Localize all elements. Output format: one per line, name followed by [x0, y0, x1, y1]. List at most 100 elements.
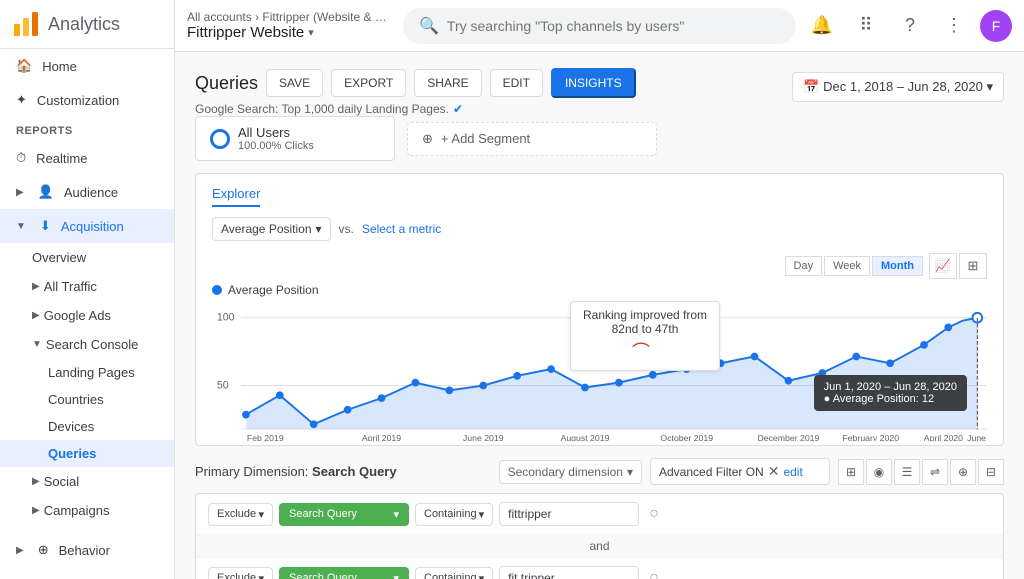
list-view-button[interactable]: ☰ [894, 459, 920, 485]
sidebar-item-social[interactable]: ▶ Social [0, 467, 174, 496]
line-chart-button[interactable]: 📈 [929, 253, 957, 279]
svg-text:April 2020: April 2020 [924, 433, 963, 441]
avatar[interactable]: F [980, 10, 1012, 42]
more-options-button[interactable]: ⋮ [936, 8, 972, 44]
sidebar-item-queries[interactable]: Queries [0, 440, 174, 467]
chart-dot [615, 379, 623, 387]
edit-button[interactable]: EDIT [490, 69, 543, 97]
customization-icon: ✦ [16, 92, 27, 108]
advanced-filter-bar: Advanced Filter ON ✕ edit [650, 458, 830, 485]
sidebar-item-search-console[interactable]: ▼ Search Console [0, 330, 174, 359]
select-metric-link[interactable]: Select a metric [362, 222, 441, 236]
share-button[interactable]: SHARE [414, 69, 481, 97]
filter-bar: Secondary dimension ▾ Advanced Filter ON… [499, 458, 1004, 485]
advanced-filter-clear-button[interactable]: ✕ [768, 463, 780, 480]
sidebar-item-audience[interactable]: ▶ 👤 Audience [0, 175, 174, 209]
svg-text:50: 50 [217, 379, 229, 391]
month-button[interactable]: Month [872, 256, 923, 276]
sidebar-item-countries[interactable]: Countries [0, 386, 174, 413]
main-panel: All accounts › Fittripper (Website & Gy.… [175, 0, 1024, 579]
scatter-chart-button[interactable]: ⊞ [959, 253, 987, 279]
filter-exclude-1-button[interactable]: Exclude ▾ [208, 503, 273, 526]
sidebar-item-google-ads[interactable]: ▶ Google Ads [0, 301, 174, 330]
sidebar-item-landing-pages[interactable]: Landing Pages [0, 359, 174, 386]
metric-dropdown[interactable]: Average Position ▾ [212, 217, 331, 241]
content-area: 📅 Dec 1, 2018 – Jun 28, 2020 ▾ Queries S… [175, 52, 1024, 579]
filter-row-1-clear-button[interactable]: ○ [649, 505, 659, 523]
breadcrumb: All accounts › Fittripper (Website & Gy.… [187, 10, 387, 24]
chevron-down-icon: ▾ [308, 26, 314, 39]
chevron-down-icon: ▾ [479, 508, 485, 521]
date-range-picker[interactable]: 📅 Dec 1, 2018 – Jun 28, 2020 ▾ [792, 72, 1004, 102]
add-segment-button[interactable]: ⊕ + Add Segment [407, 122, 657, 156]
chevron-down-icon: ▾ [393, 508, 399, 521]
chart-dot [852, 353, 860, 361]
sidebar-item-devices[interactable]: Devices [0, 413, 174, 440]
svg-text:Feb 2019: Feb 2019 [247, 433, 284, 441]
tooltip-date: Jun 1, 2020 – Jun 28, 2020 [824, 381, 957, 393]
apps-button[interactable]: ⠿ [848, 8, 884, 44]
explorer-tab-label[interactable]: Explorer [212, 186, 260, 207]
chart-dot [276, 391, 284, 399]
page-title: Queries [195, 73, 258, 94]
segment-pct: 100.00% Clicks [238, 140, 314, 152]
vs-label: vs. [339, 222, 354, 236]
legend-dot-icon [212, 285, 222, 295]
save-button[interactable]: SAVE [266, 69, 323, 97]
sidebar-item-realtime[interactable]: ⏱ Realtime [0, 141, 174, 175]
chart-dot [547, 365, 555, 373]
plus-icon: ⊕ [422, 131, 433, 147]
search-bar[interactable]: 🔍 [403, 8, 796, 44]
svg-text:April 2019: April 2019 [362, 433, 401, 441]
export-button[interactable]: EXPORT [331, 69, 406, 97]
week-button[interactable]: Week [824, 256, 870, 276]
site-name[interactable]: Fittripper Website ▾ [187, 24, 379, 41]
chevron-down-icon: ▾ [479, 572, 485, 579]
more-view-button[interactable]: ⊟ [978, 459, 1004, 485]
sidebar-item-conversions[interactable]: ▶ ⊕ Conversions [0, 567, 174, 579]
sidebar-item-acquisition[interactable]: ▼ ⬇ Acquisition [0, 209, 174, 243]
svg-text:June...: June... [967, 433, 987, 441]
toolbar: SAVE EXPORT SHARE EDIT INSIGHTS [266, 68, 636, 98]
help-button[interactable]: ? [892, 8, 928, 44]
filter-section: Exclude ▾ Search Query ▾ Containing ▾ ○ … [195, 493, 1004, 579]
filter-value-2-input[interactable] [499, 566, 639, 579]
filter-value-1-input[interactable] [499, 502, 639, 526]
chevron-right-icon: ▶ [16, 545, 24, 556]
segment-bar: All Users 100.00% Clicks ⊕ + Add Segment [195, 116, 1004, 161]
insights-button[interactable]: INSIGHTS [551, 68, 636, 98]
search-input[interactable] [447, 18, 780, 34]
filter-exclude-2-button[interactable]: Exclude ▾ [208, 567, 273, 579]
chevron-right-icon: ▶ [32, 281, 40, 292]
filter-dimension-2-button[interactable]: Search Query ▾ [279, 567, 409, 579]
sidebar-item-customization[interactable]: ✦ Customization [0, 83, 174, 117]
chart-view-buttons: 📈 ⊞ [929, 253, 987, 279]
filter-dimension-1-button[interactable]: Search Query ▾ [279, 503, 409, 526]
filter-condition-1-button[interactable]: Containing ▾ [415, 503, 493, 526]
chevron-right-icon: ▶ [16, 187, 24, 198]
analytics-logo-icon [12, 10, 40, 38]
advanced-filter-edit-button[interactable]: edit [783, 465, 802, 479]
compare-button[interactable]: ⊕ [950, 459, 976, 485]
filter-row-2-clear-button[interactable]: ○ [649, 569, 659, 579]
secondary-dimension-dropdown[interactable]: Secondary dimension ▾ [499, 460, 642, 484]
all-users-segment[interactable]: All Users 100.00% Clicks [195, 116, 395, 161]
sidebar-item-all-traffic[interactable]: ▶ All Traffic [0, 272, 174, 301]
sidebar-item-campaigns[interactable]: ▶ Campaigns [0, 496, 174, 525]
sidebar-item-home[interactable]: 🏠 Home [0, 49, 174, 83]
tooltip-metric: ● Average Position: 12 [824, 393, 957, 405]
chart-dot [513, 372, 521, 380]
pie-view-button[interactable]: ◉ [866, 459, 892, 485]
chart-area: Day Week Month 📈 ⊞ Average Position [212, 253, 987, 433]
table-settings-button[interactable]: ⇌ [922, 459, 948, 485]
svg-text:August 2019: August 2019 [561, 433, 610, 441]
grid-view-button[interactable]: ⊞ [838, 459, 864, 485]
filter-condition-2-button[interactable]: Containing ▾ [415, 567, 493, 579]
chevron-down-icon: ▼ [16, 221, 26, 232]
chart-dot [479, 382, 487, 390]
table-view-buttons: ⊞ ◉ ☰ ⇌ ⊕ ⊟ [838, 459, 1004, 485]
day-button[interactable]: Day [785, 256, 823, 276]
sidebar-item-behavior[interactable]: ▶ ⊕ Behavior [0, 533, 174, 567]
notifications-button[interactable]: 🔔 [804, 8, 840, 44]
sidebar-item-overview[interactable]: Overview [0, 243, 174, 272]
